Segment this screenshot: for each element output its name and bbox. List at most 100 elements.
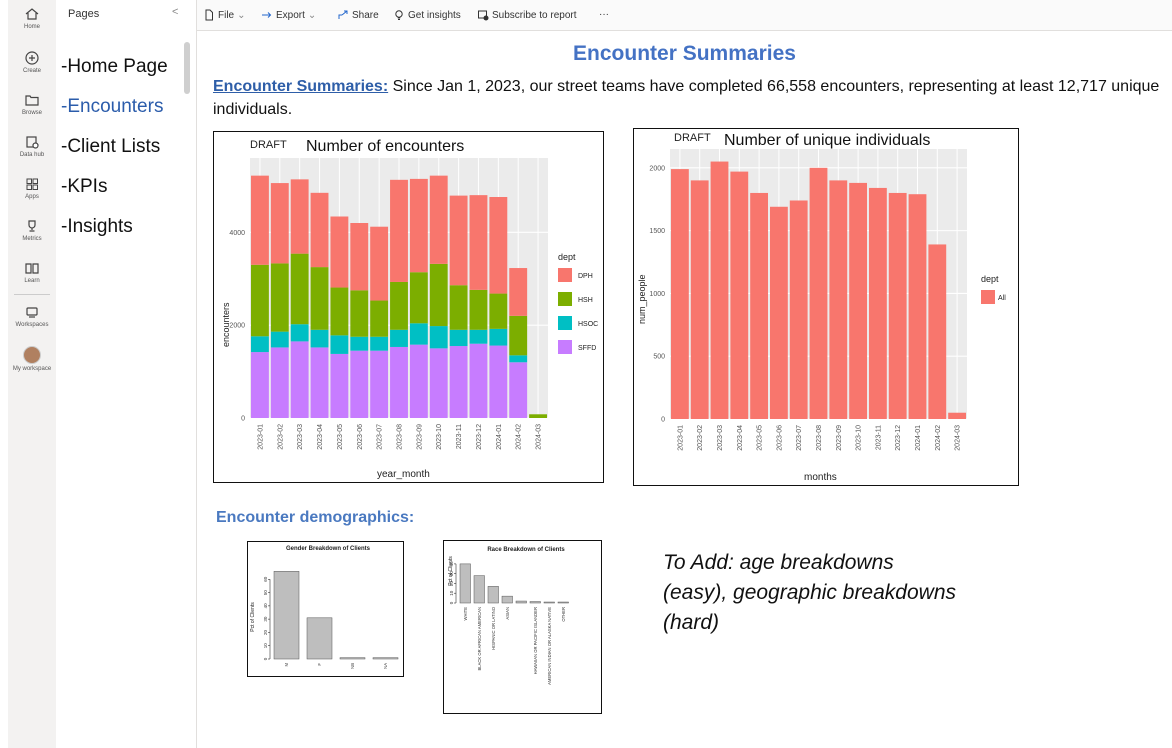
y-tick-label: 2000 (649, 165, 665, 172)
x-tick-label: AMERICAN INDIAN OR ALASKA NATIVE (547, 607, 552, 685)
bar-segment (489, 345, 508, 418)
y-tick-label: 0 (449, 601, 454, 604)
rail-create[interactable]: Create (8, 50, 56, 75)
chevron-down-icon: ⌄ (307, 9, 317, 21)
chart-title-line1: Number of unique individuals (724, 132, 930, 149)
subscribe-button[interactable]: Subscribe to report (477, 9, 577, 21)
x-tick-label: 2024-03 (536, 424, 543, 450)
bar-segment (409, 272, 428, 324)
rail-workspaces[interactable]: Workspaces (8, 304, 56, 329)
pages-scrollbar[interactable] (184, 42, 190, 94)
rail-browse[interactable]: Browse (8, 92, 56, 117)
bar-segment (310, 329, 329, 348)
encounters-chart: DRAFT Number of encounters year_month en… (221, 138, 598, 480)
trophy-icon (28, 220, 36, 232)
bar-segment (370, 226, 389, 301)
x-tick-label: 2023-03 (717, 425, 724, 451)
y-tick-label: 500 (653, 354, 665, 361)
x-tick-label: 2023-04 (317, 424, 324, 450)
bar-segment (449, 329, 468, 347)
nav-rail: Home Create Browse Data hub Apps Metrics… (8, 0, 56, 748)
rail-divider (14, 294, 50, 295)
bar-segment (769, 206, 788, 419)
bar-segment (310, 347, 329, 418)
page-link-insights[interactable]: -Insights (61, 216, 133, 238)
page-link-home[interactable]: -Home Page (61, 56, 168, 78)
page-link-kpis[interactable]: -KPIs (61, 176, 107, 198)
file-menu[interactable]: File ⌄ (203, 9, 246, 21)
collapse-pane-button[interactable]: < (172, 6, 178, 18)
legend-swatch (981, 290, 995, 304)
x-tick-label: 2023-02 (697, 425, 704, 451)
intro-label: Encounter Summaries: (213, 78, 389, 95)
bar (459, 563, 471, 604)
chart-title: Gender Breakdown of Clients (286, 546, 371, 552)
x-tick-label: 2023-09 (416, 424, 423, 450)
x-tick-label: 2023-07 (377, 424, 384, 450)
rail-apps[interactable]: Apps (8, 176, 56, 201)
y-tick-label: 20 (263, 629, 268, 635)
y-tick-label: 10 (263, 643, 268, 649)
x-tick-label: 2023-08 (816, 425, 823, 451)
x-tick-label: 2023-06 (776, 425, 783, 451)
y-tick-label: 1500 (649, 228, 665, 235)
y-tick-label: 0 (263, 657, 268, 660)
legend-label: SFFD (578, 345, 596, 352)
plus-circle-icon (25, 51, 39, 65)
x-axis-label: months (804, 472, 837, 483)
page-link-client-lists[interactable]: -Client Lists (61, 136, 160, 158)
x-tick-label: 2024-01 (915, 425, 922, 451)
bar-segment (350, 336, 369, 351)
get-insights-button[interactable]: Get insights (393, 9, 461, 21)
bar-segment (270, 183, 289, 264)
rail-home[interactable]: Home (8, 6, 56, 31)
legend-swatch (558, 316, 572, 330)
bar (557, 601, 569, 604)
rail-my-workspace[interactable]: My workspace (8, 346, 56, 373)
bar-segment (390, 346, 408, 418)
demographics-title: Encounter demographics: (216, 509, 415, 526)
bar-segment (928, 244, 947, 419)
apps-icon (26, 178, 38, 190)
legend-title: dept (558, 252, 576, 262)
x-tick-label: 2023-05 (757, 425, 764, 451)
more-options-button[interactable]: ··· (599, 9, 609, 20)
y-tick-label: 40 (263, 603, 268, 609)
y-tick-label: 30 (449, 571, 454, 577)
bar-segment (429, 263, 448, 327)
bar-segment (809, 167, 828, 419)
export-menu[interactable]: Export ⌄ (261, 9, 316, 21)
bar-segment (868, 187, 887, 419)
x-tick-label: 2023-08 (397, 424, 404, 450)
bar-segment (330, 287, 349, 336)
bar-segment (710, 161, 729, 419)
home-icon (25, 8, 39, 20)
x-axis-label: year_month (377, 469, 430, 480)
bar-segment (509, 268, 528, 316)
rail-learn[interactable]: Learn (8, 260, 56, 285)
x-tick-label: NA (383, 663, 388, 669)
x-tick-label: 2023-09 (836, 425, 843, 451)
rail-data-hub[interactable]: Data hub (8, 134, 56, 159)
y-tick-label: 1000 (649, 291, 665, 298)
y-tick-label: 0 (241, 416, 245, 423)
data-hub-icon (26, 136, 39, 149)
bar (473, 575, 485, 604)
share-button[interactable]: Share (337, 9, 379, 21)
x-tick-label: 2023-10 (856, 425, 863, 451)
legend-swatch (558, 292, 572, 306)
bar-segment (350, 223, 369, 291)
subscribe-icon (478, 10, 489, 21)
x-tick-label: HAWAIIAN OR PACIFIC ISLANDER (533, 607, 538, 674)
rail-metrics[interactable]: Metrics (8, 218, 56, 243)
legend-swatch (558, 268, 572, 282)
bar-segment (290, 253, 309, 325)
todo-note: To Add: age breakdowns (easy), geographi… (663, 551, 956, 634)
page-link-encounters[interactable]: -Encounters (61, 96, 163, 118)
x-tick-label: BLACK OR AFRICAN AMERICAN (477, 607, 482, 671)
draft-label: DRAFT (674, 132, 711, 144)
bar-segment (908, 194, 927, 419)
bar-segment (449, 195, 468, 286)
bar-segment (789, 200, 808, 419)
legend-label: DPH (578, 273, 593, 280)
